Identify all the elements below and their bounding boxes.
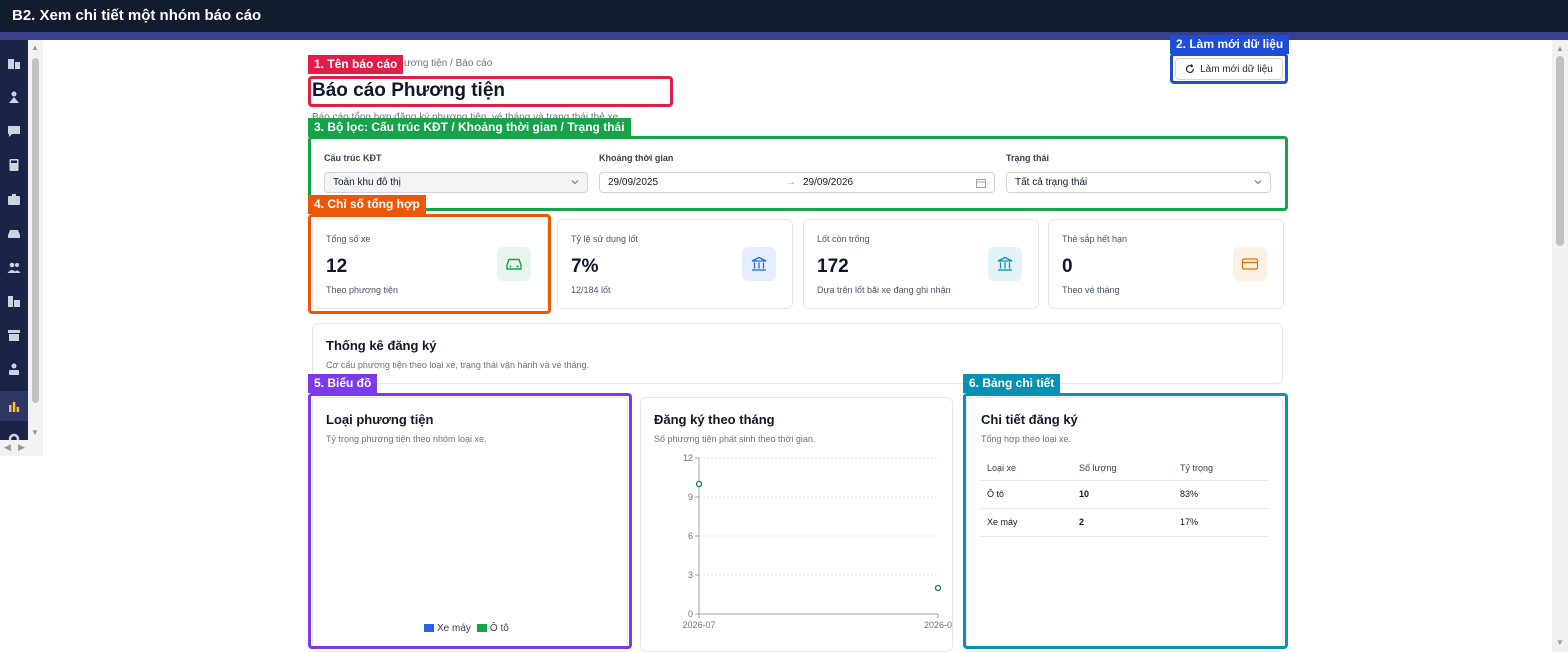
annotation-box-refresh bbox=[1170, 53, 1288, 84]
city-icon[interactable] bbox=[6, 294, 22, 308]
x-tick-label: 2026-0 bbox=[924, 620, 952, 630]
monthly-title: Đăng ký theo tháng bbox=[654, 412, 775, 427]
sidebar-hscrollbar[interactable]: ◀ ▶ bbox=[0, 440, 43, 456]
y-tick-label: 9 bbox=[688, 492, 693, 502]
y-tick-label: 0 bbox=[688, 609, 693, 619]
annotation-tag-detail: 6. Bảng chi tiết bbox=[963, 374, 1061, 393]
annotation-box-report-name bbox=[308, 76, 673, 107]
y-tick-label: 12 bbox=[683, 453, 693, 463]
briefcase-icon[interactable] bbox=[6, 192, 22, 206]
sidebar-scrollbar[interactable]: ▲ ▼ bbox=[28, 40, 43, 440]
sidebar bbox=[0, 40, 28, 445]
car-icon[interactable] bbox=[6, 226, 22, 240]
stat-card-free-slots: Lốt còn trống 172 Dựa trên lốt bãi xe đa… bbox=[803, 219, 1039, 309]
top-band bbox=[0, 32, 1568, 40]
stat-label: Thẻ sắp hết hạn bbox=[1062, 234, 1128, 244]
annotation-box-filters bbox=[308, 136, 1288, 211]
building-icon bbox=[742, 247, 776, 281]
scroll-right-icon[interactable]: ▶ bbox=[18, 442, 25, 453]
scroll-down-icon[interactable]: ▼ bbox=[1556, 638, 1564, 647]
users-icon[interactable] bbox=[6, 260, 22, 274]
stat-value: 7% bbox=[571, 256, 599, 277]
breadcrumb[interactable]: ương tiện / Báo cáo bbox=[404, 58, 492, 69]
annotation-tag-stats: 4. Chỉ số tổng hợp bbox=[308, 195, 426, 214]
annotation-box-chart bbox=[308, 393, 632, 649]
chat-icon[interactable] bbox=[6, 124, 22, 138]
calculator-icon[interactable] bbox=[6, 158, 22, 172]
annotation-box-detail bbox=[963, 393, 1288, 649]
stat-label: Lốt còn trống bbox=[817, 234, 870, 244]
stat-subtext: 12/184 lốt bbox=[571, 285, 611, 295]
annotation-box-stats bbox=[308, 214, 551, 314]
annotation-tag-chart: 5. Biểu đồ bbox=[308, 374, 378, 393]
page-scrollbar[interactable]: ▲ ▼ bbox=[1552, 40, 1568, 652]
scroll-down-icon[interactable]: ▼ bbox=[31, 428, 39, 437]
annotation-tag-refresh: 2. Làm mới dữ liệu bbox=[1170, 35, 1290, 54]
annotation-tag-filters: 3. Bộ lọc: Cấu trúc KĐT / Khoảng thời gi… bbox=[308, 118, 631, 137]
stat-subtext: Dựa trên lốt bãi xe đang ghi nhận bbox=[817, 285, 951, 295]
annotation-tag-report-name: 1. Tên báo cáo bbox=[308, 55, 404, 74]
stat-label: Tỷ lệ sử dụng lốt bbox=[571, 234, 639, 244]
data-point bbox=[934, 584, 942, 592]
building-icon[interactable] bbox=[6, 56, 22, 70]
stat-subtext: Theo vé tháng bbox=[1062, 285, 1120, 295]
data-point bbox=[695, 480, 703, 488]
scroll-up-icon[interactable]: ▲ bbox=[31, 43, 39, 52]
person-tie-icon[interactable] bbox=[6, 362, 22, 376]
scroll-left-icon[interactable]: ◀ bbox=[4, 442, 11, 453]
stat-card-slot-usage: Tỷ lệ sử dụng lốt 7% 12/184 lốt bbox=[557, 219, 793, 309]
y-tick-label: 6 bbox=[688, 531, 693, 541]
stat-value: 0 bbox=[1062, 256, 1073, 277]
title-bar: B2. Xem chi tiết một nhóm báo cáo bbox=[0, 0, 1568, 32]
window-title: B2. Xem chi tiết một nhóm báo cáo bbox=[12, 7, 262, 24]
y-tick-label: 3 bbox=[688, 570, 693, 580]
scroll-up-icon[interactable]: ▲ bbox=[1556, 44, 1564, 53]
x-tick-label: 2026-07 bbox=[682, 620, 715, 630]
building-icon bbox=[988, 247, 1022, 281]
stat-card-expiring-cards: Thẻ sắp hết hạn 0 Theo vé tháng bbox=[1048, 219, 1284, 309]
registration-title: Thống kê đăng ký bbox=[326, 338, 437, 353]
card-icon bbox=[1233, 247, 1267, 281]
registration-panel: Thống kê đăng ký Cơ cấu phương tiện theo… bbox=[312, 323, 1283, 384]
monthly-chart: 0 3 6 9 12 2026-07 2026-0 bbox=[682, 453, 952, 630]
user-gear-icon[interactable] bbox=[6, 90, 22, 104]
store-icon[interactable] bbox=[6, 328, 22, 342]
scrollbar-thumb[interactable] bbox=[1556, 56, 1564, 246]
scrollbar-thumb[interactable] bbox=[32, 58, 39, 403]
stat-value: 172 bbox=[817, 256, 849, 277]
registration-description: Cơ cấu phương tiện theo loại xe, trạng t… bbox=[326, 360, 589, 370]
chart-icon[interactable] bbox=[0, 391, 28, 421]
